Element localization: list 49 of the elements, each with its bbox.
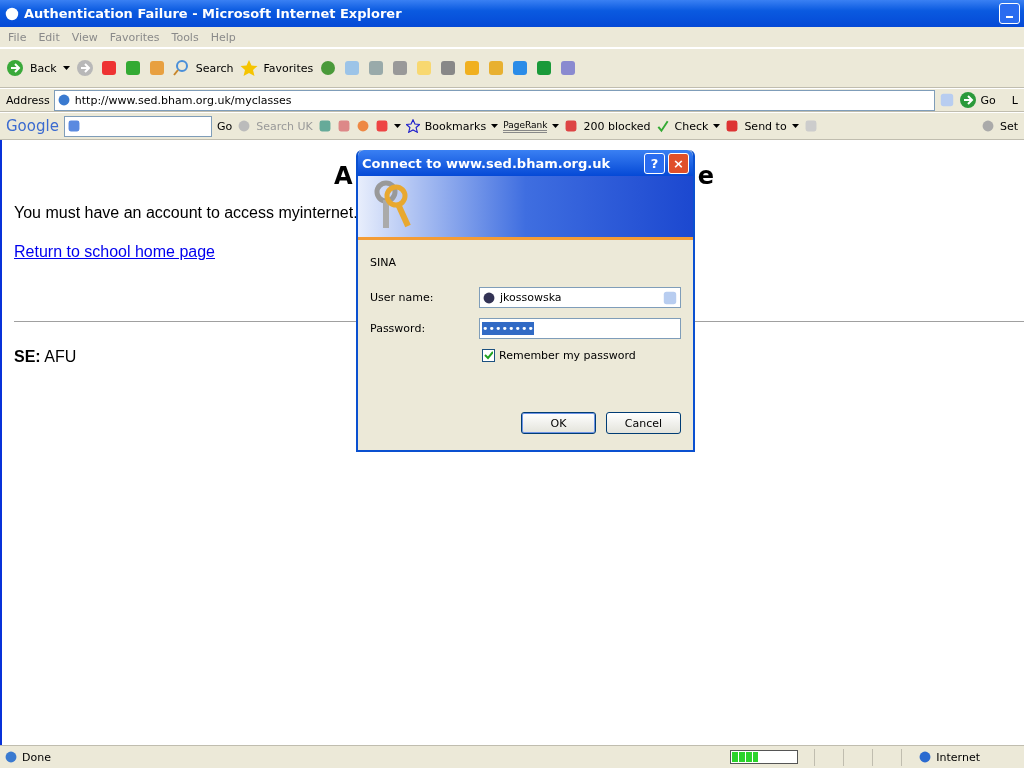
spellcheck-icon[interactable] <box>655 119 670 133</box>
caret-icon[interactable] <box>791 124 799 128</box>
back-icon[interactable] <box>6 59 24 77</box>
caret-icon[interactable] <box>491 124 499 128</box>
ok-button[interactable]: OK <box>521 412 596 434</box>
check-button[interactable]: Check <box>674 119 709 133</box>
page-heading: e <box>697 162 714 190</box>
go-button[interactable]: Go <box>216 119 233 133</box>
caret-icon[interactable] <box>713 124 721 128</box>
search-label[interactable]: Search <box>195 61 234 75</box>
page-heading: A <box>334 162 353 190</box>
close-button[interactable]: × <box>668 152 689 174</box>
address-label: Address <box>6 93 50 107</box>
caret-icon[interactable] <box>552 124 560 128</box>
minimize-icon <box>1006 16 1013 18</box>
home-link[interactable]: Return to school home page <box>14 243 215 260</box>
password-field[interactable]: •••••••• <box>479 318 681 339</box>
username-field[interactable]: jkossowska <box>479 287 681 308</box>
favorites-label[interactable]: Favorites <box>263 61 314 75</box>
zone-text: Internet <box>936 750 980 764</box>
message-text: You must have an account to access myinternet. <box>14 204 359 222</box>
remember-label[interactable]: Remember my password <box>499 349 636 362</box>
cancel-button[interactable]: Cancel <box>606 412 681 434</box>
settings-button[interactable]: Set <box>999 119 1018 133</box>
search-icon[interactable] <box>171 59 190 77</box>
back-label[interactable]: Back <box>30 61 57 75</box>
dialog-title: Connect to www.sed.bham.org.uk <box>362 155 612 171</box>
links-label[interactable]: L <box>1011 93 1018 107</box>
bookmarks-button[interactable]: Bookmarks <box>424 119 487 133</box>
google-search-field[interactable] <box>63 115 212 137</box>
password-label: Password: <box>370 322 427 335</box>
google-logo: Google <box>6 117 59 135</box>
address-field[interactable]: http://www.sed.bham.org.uk/myclasses <box>53 89 935 111</box>
minimize-button[interactable] <box>999 3 1020 24</box>
caret-icon[interactable] <box>62 66 70 70</box>
forward-icon[interactable] <box>75 59 94 77</box>
help-button[interactable]: ? <box>644 152 665 174</box>
realm-text: SINA <box>370 256 397 269</box>
footer-text: SE: AFU <box>14 348 77 366</box>
blocked-count[interactable]: 200 blocked <box>583 119 651 133</box>
caret-icon[interactable] <box>393 124 401 128</box>
username-label: User name: <box>370 291 435 304</box>
pagerank-meter: PageRank <box>503 119 548 133</box>
go-button[interactable]: Go <box>980 93 996 107</box>
send-to-button[interactable]: Send to <box>744 119 787 133</box>
remember-checkbox[interactable] <box>482 349 495 362</box>
status-text: Done <box>22 750 51 764</box>
go-icon[interactable] <box>958 91 977 109</box>
window-title: Authentication Failure - Microsoft Internet Explorer <box>24 6 403 21</box>
